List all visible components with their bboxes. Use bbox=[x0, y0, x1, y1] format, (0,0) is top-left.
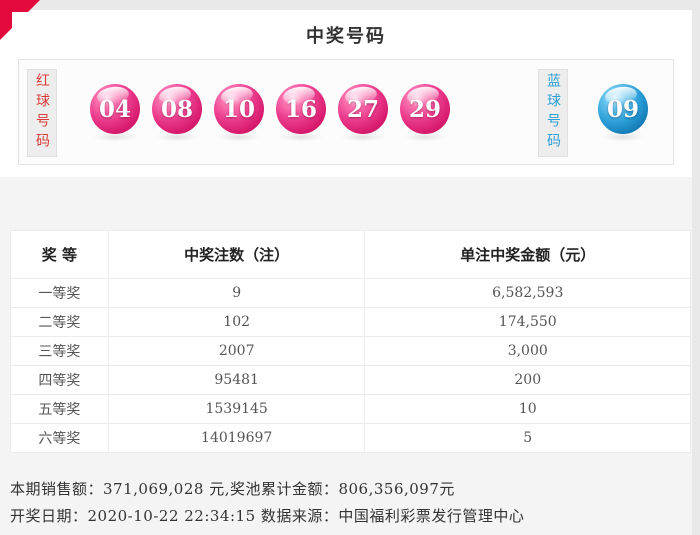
red-ball: 10 bbox=[214, 84, 264, 134]
sales-summary-line: 本期销售额：371,069,028 元,奖池累计金额：806,356,097元 bbox=[10, 478, 455, 499]
header-win-count: 中奖注数（注） bbox=[108, 231, 365, 279]
red-ball-number: 16 bbox=[285, 96, 317, 123]
red-ball: 27 bbox=[338, 84, 388, 134]
top-edge-band bbox=[0, 0, 700, 10]
header-prize-tier: 奖 等 bbox=[11, 231, 109, 279]
win-count: 14019697 bbox=[108, 424, 365, 453]
draw-date-source-line: 开奖日期：2020-10-22 22:34:15 数据来源：中国福利彩票发行管理… bbox=[10, 505, 524, 526]
win-count: 95481 bbox=[108, 366, 365, 395]
prize-tier: 三等奖 bbox=[11, 337, 109, 366]
prize-amount: 5 bbox=[365, 424, 691, 453]
prize-tier: 六等奖 bbox=[11, 424, 109, 453]
blue-ball-label: 蓝球号码 bbox=[538, 69, 568, 157]
prize-tier: 五等奖 bbox=[11, 395, 109, 424]
red-ball: 04 bbox=[90, 84, 140, 134]
prize-tier: 二等奖 bbox=[11, 308, 109, 337]
prize-tier: 四等奖 bbox=[11, 366, 109, 395]
win-count: 1539145 bbox=[108, 395, 365, 424]
prize-amount: 3,000 bbox=[365, 337, 691, 366]
table-header-row: 奖 等 中奖注数（注） 单注中奖金额（元） bbox=[11, 231, 691, 279]
red-ball-label: 红球号码 bbox=[27, 69, 57, 157]
table-row: 一等奖 9 6,582,593 bbox=[11, 279, 691, 308]
prize-amount: 10 bbox=[365, 395, 691, 424]
win-count: 2007 bbox=[108, 337, 365, 366]
blue-ball: 09 bbox=[598, 84, 648, 134]
table-row: 二等奖 102 174,550 bbox=[11, 308, 691, 337]
prize-amount: 200 bbox=[365, 366, 691, 395]
table-row: 六等奖 14019697 5 bbox=[11, 424, 691, 453]
red-ball-number: 29 bbox=[409, 96, 441, 123]
table-row: 四等奖 95481 200 bbox=[11, 366, 691, 395]
red-balls-row: 04 08 10 16 27 29 bbox=[90, 84, 450, 134]
red-ball: 08 bbox=[152, 84, 202, 134]
prize-amount: 6,582,593 bbox=[365, 279, 691, 308]
red-ball-number: 27 bbox=[347, 96, 379, 123]
win-count: 9 bbox=[108, 279, 365, 308]
table-row: 五等奖 1539145 10 bbox=[11, 395, 691, 424]
results-table: 奖 等 中奖注数（注） 单注中奖金额（元） 一等奖 9 6,582,593 二等… bbox=[10, 230, 691, 453]
red-ball: 16 bbox=[276, 84, 326, 134]
right-edge-band bbox=[692, 0, 700, 535]
prize-amount: 174,550 bbox=[365, 308, 691, 337]
red-ball: 29 bbox=[400, 84, 450, 134]
prize-tier: 一等奖 bbox=[11, 279, 109, 308]
winning-numbers-title: 中奖号码 bbox=[0, 22, 692, 48]
ball-panel: 红球号码 04 08 10 16 27 29 蓝球号码 09 bbox=[18, 59, 674, 165]
results-section: 奖 等 中奖注数（注） 单注中奖金额（元） 一等奖 9 6,582,593 二等… bbox=[0, 177, 700, 535]
table-row: 三等奖 2007 3,000 bbox=[11, 337, 691, 366]
win-count: 102 bbox=[108, 308, 365, 337]
lottery-result-page: 中奖号码 红球号码 04 08 10 16 27 29 蓝球号码 bbox=[0, 0, 700, 535]
red-ball-number: 08 bbox=[161, 96, 193, 123]
red-ball-number: 04 bbox=[99, 96, 131, 123]
red-ball-number: 10 bbox=[223, 96, 255, 123]
header-prize-amount: 单注中奖金额（元） bbox=[365, 231, 691, 279]
blue-ball-number: 09 bbox=[607, 96, 639, 123]
